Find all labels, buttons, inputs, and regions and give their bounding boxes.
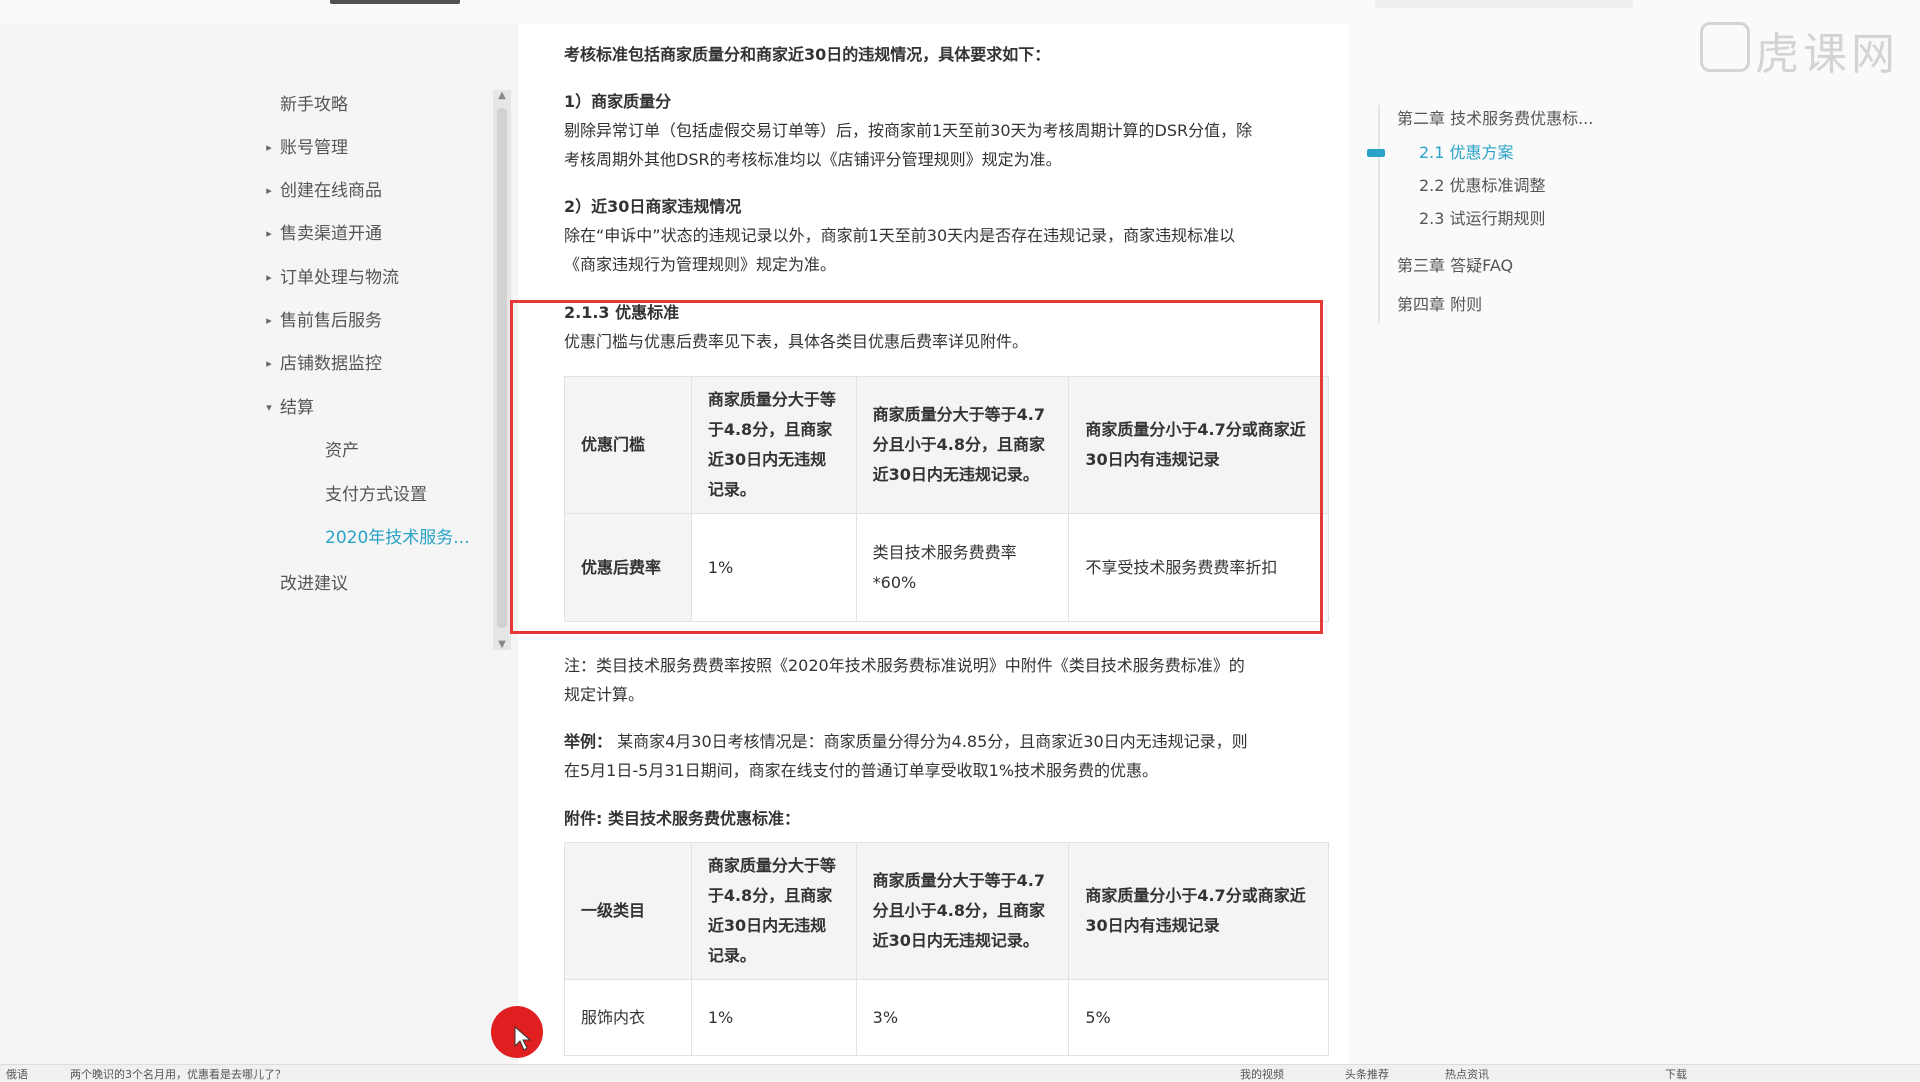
example-label: 举例： xyxy=(564,732,613,751)
example-body: 某商家4月30日考核情况是：商家质量分得分为4.85分，且商家近30日内无违规记… xyxy=(612,732,1248,751)
table-header-row: 一级类目 商家质量分大于等于4.8分，且商家近30日内无违规记录。 商家质量分大… xyxy=(564,842,1329,980)
category-fee-table: 一级类目 商家质量分大于等于4.8分，且商家近30日内无违规记录。 商家质量分大… xyxy=(564,842,1329,1056)
section-quality-score-title: 1）商家质量分 xyxy=(564,92,672,111)
sidebar-item-label: 支付方式设置 xyxy=(325,485,427,505)
table-cell: 商家质量分大于等于4.7分且小于4.8分，且商家近30日内无违规记录。 xyxy=(855,842,1070,980)
sidebar-scrollbar[interactable]: ▲ ▼ xyxy=(493,90,511,650)
table-cell: 一级类目 xyxy=(564,842,692,980)
toc-section-2-3[interactable]: 2.3 试运行期规则 xyxy=(1419,207,1546,231)
table-cell: 服饰内衣 xyxy=(564,979,692,1056)
chevron-right-icon: ▸ xyxy=(266,141,272,154)
sidebar-item-sales-channel[interactable]: ▸ 售卖渠道开通 xyxy=(266,219,382,249)
sidebar-item-label: 新手攻略 xyxy=(280,95,348,115)
chevron-right-icon: ▸ xyxy=(266,314,272,327)
sidebar-item-newbie-guide[interactable]: 新手攻略 xyxy=(280,90,348,120)
section-violation-text-2: 《商家违规行为管理规则》规定为准。 xyxy=(564,255,837,274)
chevron-down-icon: ▾ xyxy=(266,401,272,414)
sidebar-item-tech-fee-2020[interactable]: 2020年技术服务... xyxy=(325,523,469,553)
attachment-title: 附件: 类目技术服务费优惠标准： xyxy=(564,809,800,828)
note-text-1: 注：类目技术服务费费率按照《2020年技术服务费标准说明》中附件《类目技术服务费… xyxy=(564,656,1245,675)
scrollbar-thumb[interactable] xyxy=(497,108,507,628)
section-violation-title: 2）近30日商家违规情况 xyxy=(564,197,742,216)
sidebar-item-data-monitor[interactable]: ▸ 店铺数据监控 xyxy=(266,349,382,379)
section-quality-score-text-1: 剔除异常订单（包括虚假交易订单等）后，按商家前1天至前30天为考核周期计算的DS… xyxy=(564,121,1253,140)
sidebar-item-label: 店铺数据监控 xyxy=(280,354,382,374)
sidebar-item-service[interactable]: ▸ 售前售后服务 xyxy=(266,306,382,336)
toc-chapter-4[interactable]: 第四章 附则 xyxy=(1397,293,1482,317)
watermark-logo-icon xyxy=(1700,22,1750,72)
toc-chapter-2[interactable]: 第二章 技术服务费优惠标... xyxy=(1397,107,1593,131)
sidebar-item-account[interactable]: ▸ 账号管理 xyxy=(266,133,348,163)
table-row: 服饰内衣 1% 3% 5% xyxy=(564,979,1329,1056)
example-text-2: 在5月1日-5月31日期间，商家在线支付的普通订单享受收取1%技术服务费的优惠。 xyxy=(564,761,1159,780)
chevron-right-icon: ▸ xyxy=(266,184,272,197)
table-cell: 商家质量分大于等于4.8分，且商家近30日内无违规记录。 xyxy=(690,842,857,980)
sidebar-item-label: 账号管理 xyxy=(280,138,348,158)
sidebar-item-assets[interactable]: 资产 xyxy=(325,436,359,466)
sidebar-item-label: 售卖渠道开通 xyxy=(280,224,382,244)
sidebar-item-label: 改进建议 xyxy=(280,574,348,594)
sidebar-item-create-product[interactable]: ▸ 创建在线商品 xyxy=(266,176,382,206)
table-cell: 1% xyxy=(690,979,857,1056)
table-cell: 5% xyxy=(1068,979,1329,1056)
section-quality-score-text-2: 考核周期外其他DSR的考核标准均以《店铺评分管理规则》规定为准。 xyxy=(564,150,1062,169)
scroll-up-icon[interactable]: ▲ xyxy=(493,90,511,101)
example-text-1: 举例： 某商家4月30日考核情况是：商家质量分得分为4.85分，且商家近30日内… xyxy=(564,727,1248,757)
sidebar-item-label: 结算 xyxy=(280,398,314,418)
assessment-intro: 考核标准包括商家质量分和商家近30日的违规情况，具体要求如下： xyxy=(564,45,1051,64)
toc-chapter-3[interactable]: 第三章 答疑FAQ xyxy=(1397,254,1513,278)
sidebar-item-label: 资产 xyxy=(325,441,359,461)
watermark-text: 虎课网 xyxy=(1755,29,1899,80)
sidebar-item-label: 2020年技术服务... xyxy=(325,528,470,548)
chevron-right-icon: ▸ xyxy=(266,227,272,240)
table-cell: 3% xyxy=(855,979,1070,1056)
status-bar: 俄语 两个晚识的3个名月用，优惠看是去哪儿了？ 我的视频 头条推荐 热点资讯 下… xyxy=(0,1064,1920,1081)
sidebar-item-label: 售前售后服务 xyxy=(280,311,382,331)
sidebar-item-payment-settings[interactable]: 支付方式设置 xyxy=(325,480,427,510)
note-text-2: 规定计算。 xyxy=(564,685,645,704)
toc-current-marker-icon xyxy=(1367,149,1385,157)
sidebar-item-feedback[interactable]: 改进建议 xyxy=(280,569,348,599)
sidebar-item-orders-logistics[interactable]: ▸ 订单处理与物流 xyxy=(266,263,399,293)
toc-rail xyxy=(1378,105,1380,323)
toc-section-2-1[interactable]: 2.1 优惠方案 xyxy=(1419,141,1514,165)
highlight-annotation-box xyxy=(510,300,1323,634)
toc-section-2-2[interactable]: 2.2 优惠标准调整 xyxy=(1419,174,1546,198)
site-logo[interactable] xyxy=(330,0,460,4)
chevron-right-icon: ▸ xyxy=(266,271,272,284)
section-violation-text-1: 除在“申诉中”状态的违规记录以外，商家前1天至前30天内是否存在违规记录，商家违… xyxy=(564,226,1236,245)
sidebar-item-label: 订单处理与物流 xyxy=(280,268,399,288)
search-bar[interactable] xyxy=(1375,0,1633,8)
mouse-pointer-icon xyxy=(514,1026,532,1051)
top-strip xyxy=(0,0,1920,24)
table-cell: 商家质量分小于4.7分或商家近30日内有违规记录 xyxy=(1068,842,1329,980)
chevron-right-icon: ▸ xyxy=(266,357,272,370)
scroll-down-icon[interactable]: ▼ xyxy=(493,639,511,650)
sidebar-item-settlement[interactable]: ▾ 结算 xyxy=(266,393,314,423)
sidebar-item-label: 创建在线商品 xyxy=(280,181,382,201)
